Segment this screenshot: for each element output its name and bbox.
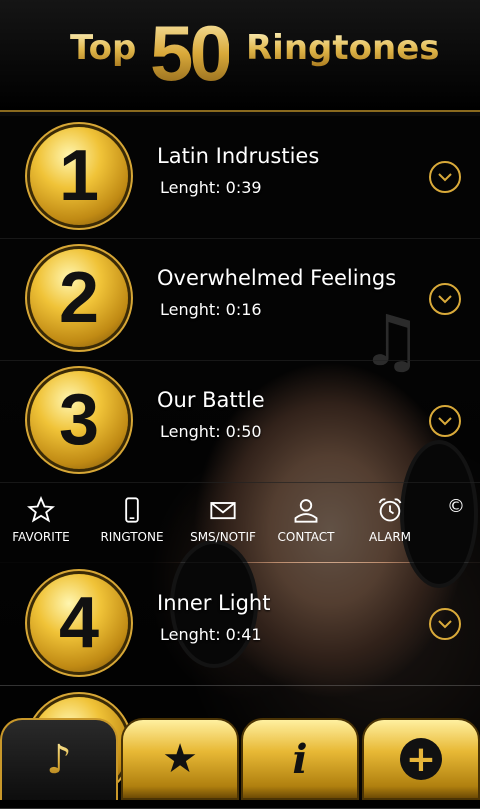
ringtone-row-2[interactable]: 2 Overwhelmed Feelings Lenght: 0:16: [0, 238, 480, 361]
ringtone-length: Lenght: 0:16: [160, 300, 262, 319]
ringtone-action-bar: FAVORITE RINGTONE SMS/NOTIF CONTACT ALAR…: [0, 482, 480, 562]
header-title-left: Top: [70, 28, 137, 68]
ringtone-row-3[interactable]: 3 Our Battle Lenght: 0:50: [0, 360, 480, 483]
ringtone-title: Overwhelmed Feelings: [157, 266, 397, 290]
ringtone-label: RINGTONE: [100, 530, 164, 544]
chevron-down-icon[interactable]: [429, 608, 461, 640]
contact-button[interactable]: CONTACT: [261, 496, 351, 544]
ringtone-length: Lenght: 0:50: [160, 422, 262, 441]
chevron-down-icon[interactable]: [429, 161, 461, 193]
rank-medal: 1: [30, 127, 128, 225]
header-title-right: Ringtones: [246, 28, 440, 68]
header-title-number: 50: [150, 9, 233, 97]
rank-medal: 4: [30, 574, 128, 672]
chevron-down-icon[interactable]: [429, 405, 461, 437]
rank-medal: 2: [30, 249, 128, 347]
phone-icon: [125, 497, 139, 523]
ringtone-row-4[interactable]: 4 Inner Light Lenght: 0:41: [0, 563, 480, 686]
star-icon: ★: [162, 736, 198, 782]
contact-label: CONTACT: [277, 530, 335, 544]
star-outline-icon: [27, 496, 55, 523]
favorite-label: FAVORITE: [12, 530, 70, 544]
sms-notif-button[interactable]: SMS/NOTIF: [178, 496, 268, 544]
alarm-label: ALARM: [368, 530, 412, 544]
ringtone-length: Lenght: 0:41: [160, 625, 262, 644]
tab-more[interactable]: +: [362, 718, 480, 800]
ringtone-title: Our Battle: [157, 388, 265, 412]
alarm-clock-icon: [378, 498, 402, 522]
copyright-icon[interactable]: ©: [447, 496, 465, 517]
alarm-button[interactable]: ALARM: [345, 496, 435, 544]
plus-icon: +: [400, 738, 442, 780]
info-icon: i: [292, 735, 308, 783]
ringtone-title: Inner Light: [157, 591, 271, 615]
ringtone-row-1[interactable]: 1 Latin Indrusties Lenght: 0:39: [0, 116, 480, 239]
person-icon: [294, 499, 318, 523]
app-header: Top 50 Ringtones: [0, 0, 480, 112]
envelope-icon: [210, 502, 236, 520]
favorite-button[interactable]: FAVORITE: [0, 496, 86, 544]
ringtone-length: Lenght: 0:39: [160, 178, 262, 197]
rank-medal: 3: [30, 371, 128, 469]
ringtone-title: Latin Indrusties: [157, 144, 320, 168]
ringtone-button[interactable]: RINGTONE: [87, 496, 177, 544]
music-note-icon: ♪: [46, 737, 72, 783]
tab-info[interactable]: i: [241, 718, 359, 800]
chevron-down-icon[interactable]: [429, 283, 461, 315]
sms-notif-label: SMS/NOTIF: [190, 530, 256, 544]
bottom-tab-bar: ♪ ★ i +: [0, 718, 480, 800]
tab-favorites[interactable]: ★: [121, 718, 239, 800]
tab-ringtones[interactable]: ♪: [0, 718, 118, 800]
